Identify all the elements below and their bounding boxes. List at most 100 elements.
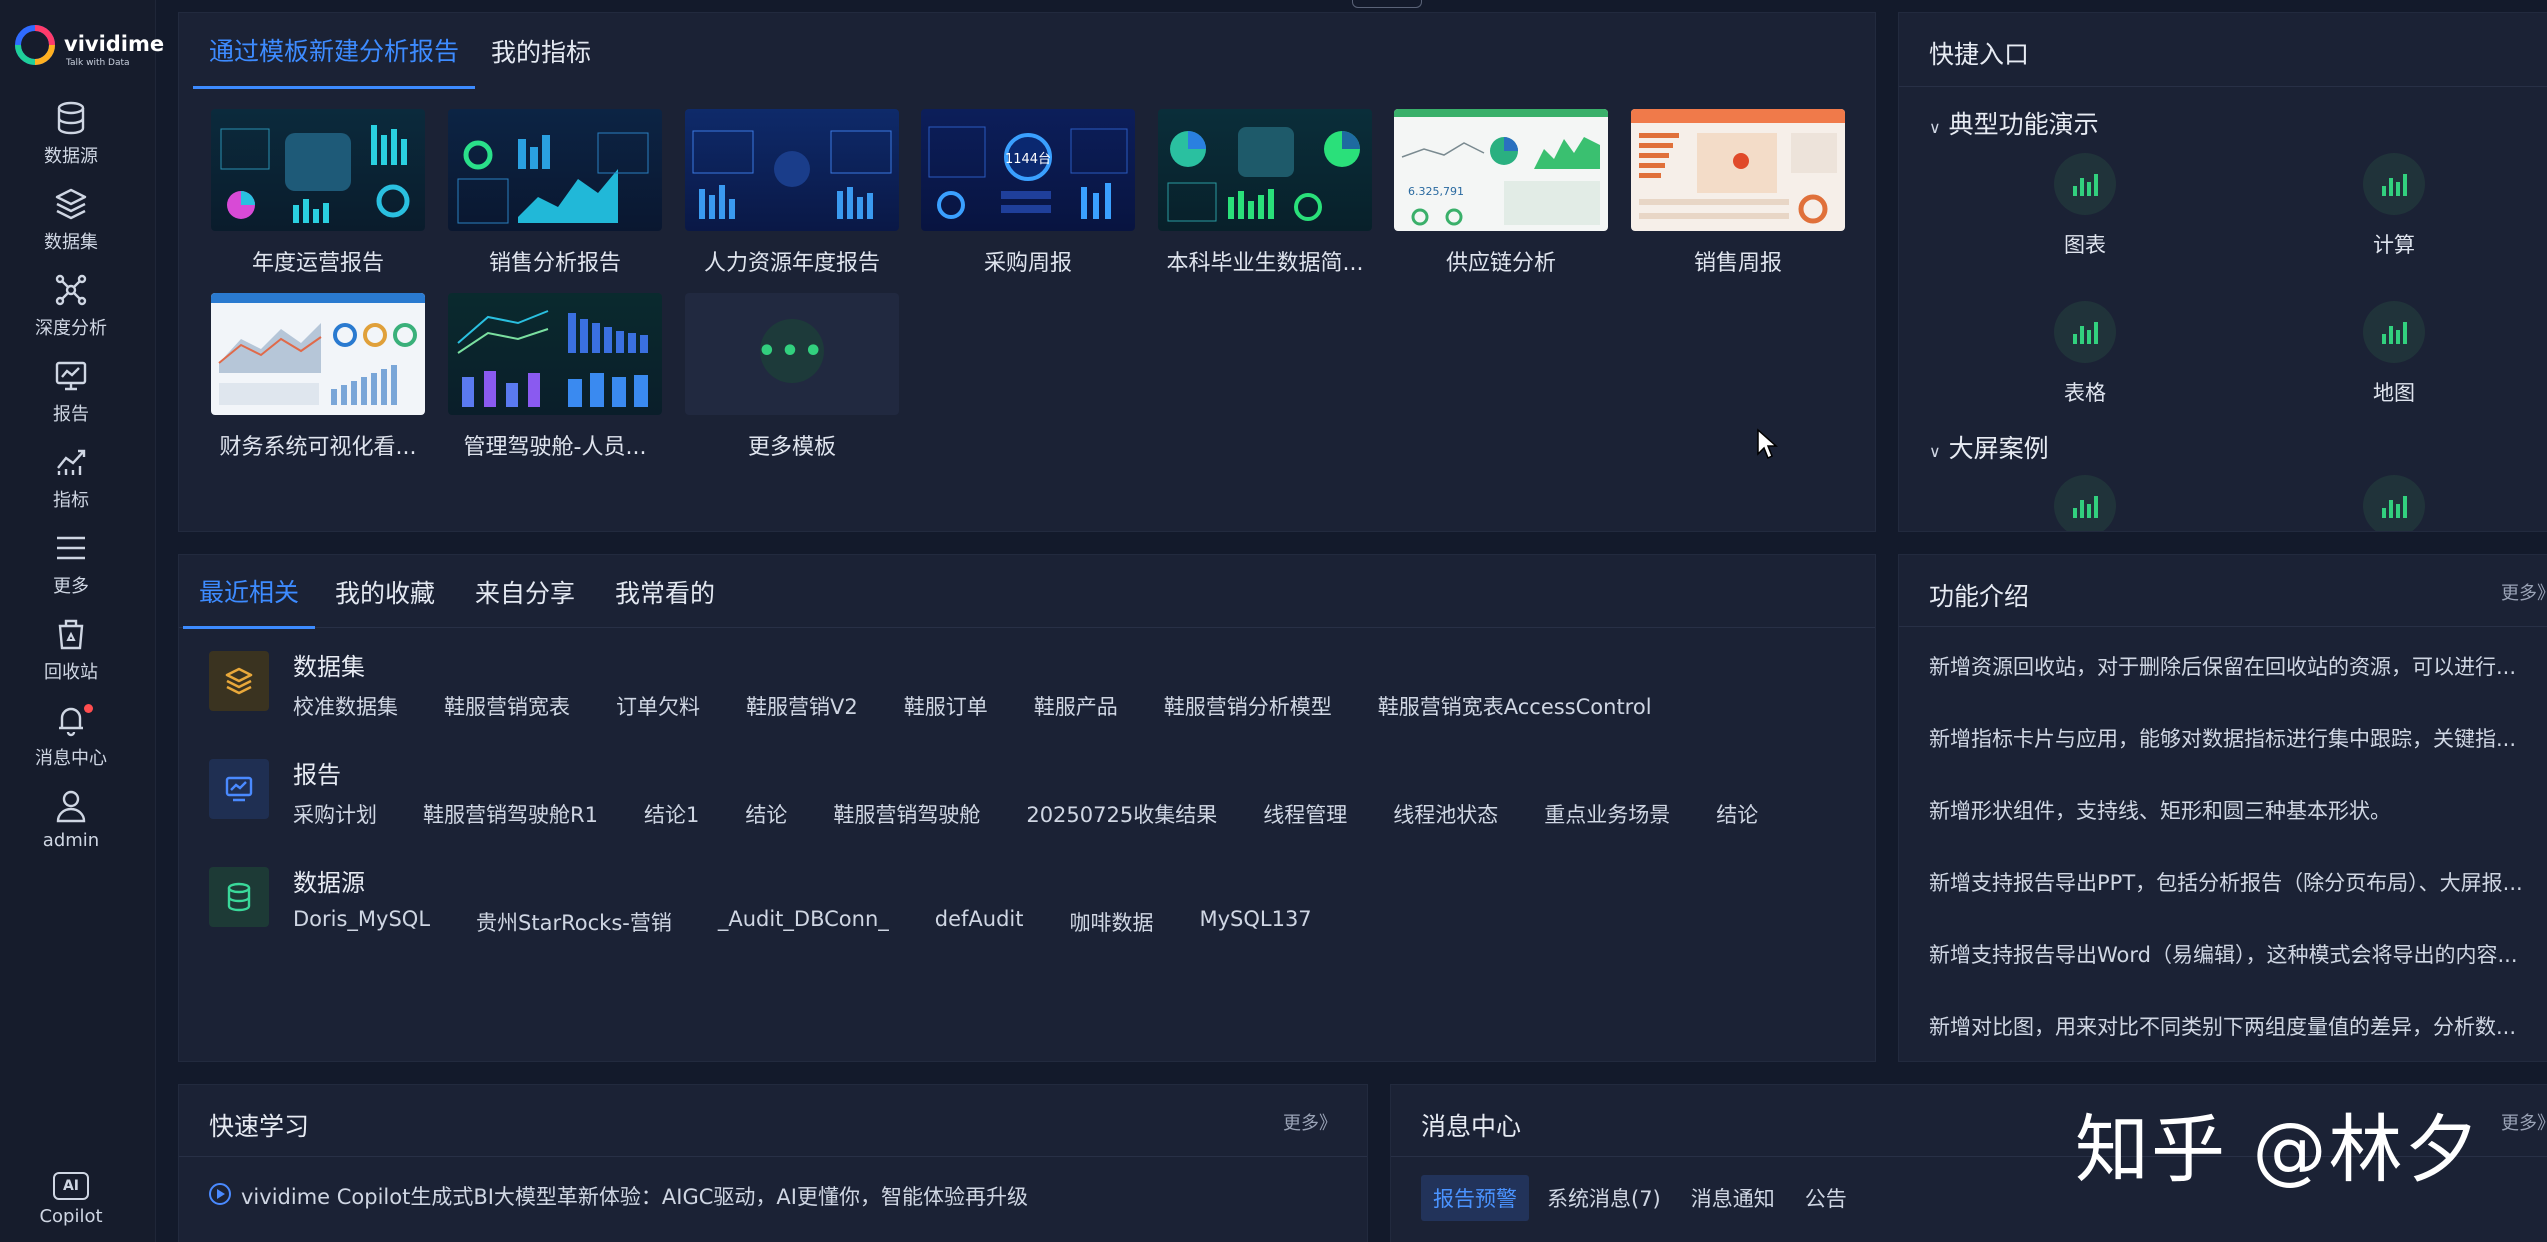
dashboard-preview-icon: 6.325,791 bbox=[1394, 109, 1608, 226]
list-item[interactable]: defAudit bbox=[935, 907, 1024, 937]
template-card[interactable]: 销售周报 bbox=[1631, 109, 1845, 276]
template-label: 更多模板 bbox=[747, 435, 836, 460]
tab-favorites[interactable]: 我的收藏 bbox=[315, 555, 455, 629]
list-item[interactable]: 线程池状态 bbox=[1393, 799, 1498, 829]
list-item[interactable]: _Audit_DBConn_ bbox=[718, 907, 889, 937]
brand-logo[interactable]: vividime Talk with Data bbox=[8, 14, 164, 84]
sidebar-item-metrics[interactable]: 指标 bbox=[0, 444, 142, 524]
template-label: 销售周报 bbox=[1693, 251, 1782, 276]
list-item[interactable]: Doris_MySQL bbox=[293, 907, 430, 937]
more-templates-card[interactable]: ••• 更多模板 bbox=[685, 293, 899, 460]
window-drag-handle[interactable] bbox=[1352, 0, 1422, 8]
feature-item[interactable]: 新增对比图，用来对比不同类别下两组度量值的差异，分析数... bbox=[1929, 1011, 2547, 1041]
list-item[interactable]: 鞋服产品 bbox=[1034, 691, 1118, 721]
more-templates-thumbnail: ••• bbox=[685, 293, 899, 415]
sidebar-item-report[interactable]: 报告 bbox=[0, 358, 142, 438]
template-thumbnail bbox=[211, 109, 425, 231]
feature-item[interactable]: 新增资源回收站，对于删除后保留在回收站的资源，可以进行... bbox=[1929, 651, 2547, 681]
list-item[interactable]: 鞋服营销宽表 bbox=[444, 691, 570, 721]
play-icon bbox=[209, 1183, 231, 1205]
tab-system-messages[interactable]: 系统消息(7) bbox=[1535, 1175, 1673, 1221]
tab-announcements[interactable]: 公告 bbox=[1793, 1175, 1859, 1221]
more-link[interactable]: 更多》 bbox=[2501, 579, 2547, 605]
recycle-bin-icon bbox=[58, 619, 84, 650]
list-item[interactable]: 线程管理 bbox=[1263, 799, 1347, 829]
feature-item[interactable]: 新增支持报告导出PPT，包括分析报告（除分页布局）、大屏报... bbox=[1929, 867, 2547, 897]
bar-chart-icon bbox=[2363, 153, 2425, 215]
section-label: 大屏案例 bbox=[1948, 434, 2049, 463]
list-item[interactable]: 结论1 bbox=[644, 799, 699, 829]
template-card[interactable]: 本科毕业生数据简... bbox=[1158, 109, 1372, 276]
copilot-button[interactable]: AI Copilot bbox=[0, 1172, 142, 1238]
sidebar-item-more[interactable]: 更多 bbox=[0, 530, 142, 610]
list-item[interactable]: 订单欠料 bbox=[616, 691, 700, 721]
template-card[interactable]: 人力资源年度报告 bbox=[685, 109, 899, 276]
list-item[interactable]: 结论 bbox=[1716, 799, 1758, 829]
list-item[interactable]: 鞋服营销分析模型 bbox=[1164, 691, 1332, 721]
list-item[interactable]: 结论 bbox=[745, 799, 787, 829]
template-thumbnail bbox=[448, 109, 662, 231]
list-item[interactable]: 鞋服营销宽表AccessControl bbox=[1378, 691, 1652, 721]
template-card[interactable]: 1144台 采购周报 bbox=[921, 109, 1135, 276]
template-thumbnail bbox=[685, 109, 899, 231]
template-label: 本科毕业生数据简... bbox=[1166, 251, 1364, 276]
dashboard-preview-icon bbox=[211, 293, 425, 405]
sidebar-item-label: 指标 bbox=[53, 490, 89, 511]
list-item[interactable]: MySQL137 bbox=[1199, 907, 1311, 937]
list-item[interactable]: 校准数据集 bbox=[293, 691, 398, 721]
section-big-screen-cases[interactable]: ∨ 大屏案例 bbox=[1929, 429, 2049, 465]
quick-item-case[interactable] bbox=[2319, 475, 2469, 531]
tab-my-metrics[interactable]: 我的指标 bbox=[475, 13, 607, 89]
dashboard-preview-icon bbox=[1167, 127, 1360, 222]
list-item[interactable]: 贵州StarRocks-营销 bbox=[476, 907, 672, 937]
list-item[interactable]: 咖啡数据 bbox=[1069, 907, 1153, 937]
feature-item[interactable]: 新增形状组件，支持线、矩形和圆三种基本形状。 bbox=[1929, 795, 2547, 825]
quick-item-label: 计算 bbox=[2373, 233, 2415, 257]
sidebar-item-recycle-bin[interactable]: 回收站 bbox=[0, 616, 142, 696]
sidebar-item-deep-analysis[interactable]: 深度分析 bbox=[0, 272, 142, 352]
tab-report-alerts[interactable]: 报告预警 bbox=[1421, 1175, 1529, 1221]
templates-tabs: 通过模板新建分析报告 我的指标 bbox=[193, 13, 607, 89]
bar-chart-icon bbox=[2054, 301, 2116, 363]
sidebar-item-label: 更多 bbox=[53, 576, 89, 597]
list-item[interactable]: 采购计划 bbox=[293, 799, 377, 829]
list-item[interactable]: 鞋服营销驾驶舱 bbox=[833, 799, 980, 829]
tab-notifications[interactable]: 消息通知 bbox=[1679, 1175, 1787, 1221]
template-card[interactable]: 年度运营报告 bbox=[211, 109, 425, 276]
sidebar-item-message-center[interactable]: 消息中心 bbox=[0, 702, 142, 782]
tab-frequent[interactable]: 我常看的 bbox=[595, 555, 735, 629]
quick-item-case[interactable] bbox=[2010, 475, 2160, 531]
list-item[interactable]: 鞋服营销驾驶舱R1 bbox=[423, 799, 598, 829]
quick-item-chart[interactable]: 图表 bbox=[2010, 153, 2160, 263]
more-link[interactable]: 更多》 bbox=[2501, 1109, 2547, 1135]
quick-item-label: 图表 bbox=[2064, 233, 2106, 257]
feature-item[interactable]: 新增支持报告导出Word（易编辑），这种模式会将导出的内容... bbox=[1929, 939, 2547, 969]
template-label: 销售分析报告 bbox=[488, 251, 621, 276]
tab-new-report-from-template[interactable]: 通过模板新建分析报告 bbox=[193, 13, 476, 89]
list-item[interactable]: 20250725收集结果 bbox=[1026, 799, 1217, 829]
tab-shared[interactable]: 来自分享 bbox=[455, 555, 595, 629]
more-link[interactable]: 更多》 bbox=[1283, 1109, 1337, 1135]
sidebar-item-datasource[interactable]: 数据源 bbox=[0, 100, 142, 180]
section-typical-demos[interactable]: ∨ 典型功能演示 bbox=[1929, 105, 2099, 141]
quick-item-table[interactable]: 表格 bbox=[2010, 301, 2160, 411]
template-card[interactable]: 销售分析报告 bbox=[448, 109, 662, 276]
quick-item-calculate[interactable]: 计算 bbox=[2319, 153, 2469, 263]
list-item[interactable]: 重点业务场景 bbox=[1544, 799, 1670, 829]
feature-item[interactable]: 新增指标卡片与应用，能够对数据指标进行集中跟踪，关键指... bbox=[1929, 723, 2547, 753]
sidebar-item-label: 回收站 bbox=[44, 662, 98, 683]
list-item[interactable]: 鞋服营销V2 bbox=[746, 691, 858, 721]
quick-item-map[interactable]: 地图 bbox=[2319, 301, 2469, 411]
template-card[interactable]: 6.325,791 供应链分析 bbox=[1394, 109, 1608, 276]
learn-item[interactable]: vividime Copilot生成式BI大模型革新体验：AIGC驱动，AI更懂… bbox=[209, 1181, 1337, 1211]
template-thumbnail bbox=[1158, 109, 1372, 231]
template-card[interactable]: 管理驾驶舱-人员... bbox=[448, 293, 662, 460]
bar-chart-icon bbox=[2054, 153, 2116, 215]
list-item[interactable]: 鞋服订单 bbox=[904, 691, 988, 721]
tab-recent[interactable]: 最近相关 bbox=[183, 555, 316, 629]
template-label: 供应链分析 bbox=[1445, 251, 1556, 276]
template-thumbnail: 1144台 bbox=[921, 109, 1135, 231]
sidebar-item-dataset[interactable]: 数据集 bbox=[0, 186, 142, 266]
template-card[interactable]: 财务系统可视化看... bbox=[211, 293, 425, 460]
sidebar-item-admin[interactable]: admin bbox=[0, 788, 142, 868]
